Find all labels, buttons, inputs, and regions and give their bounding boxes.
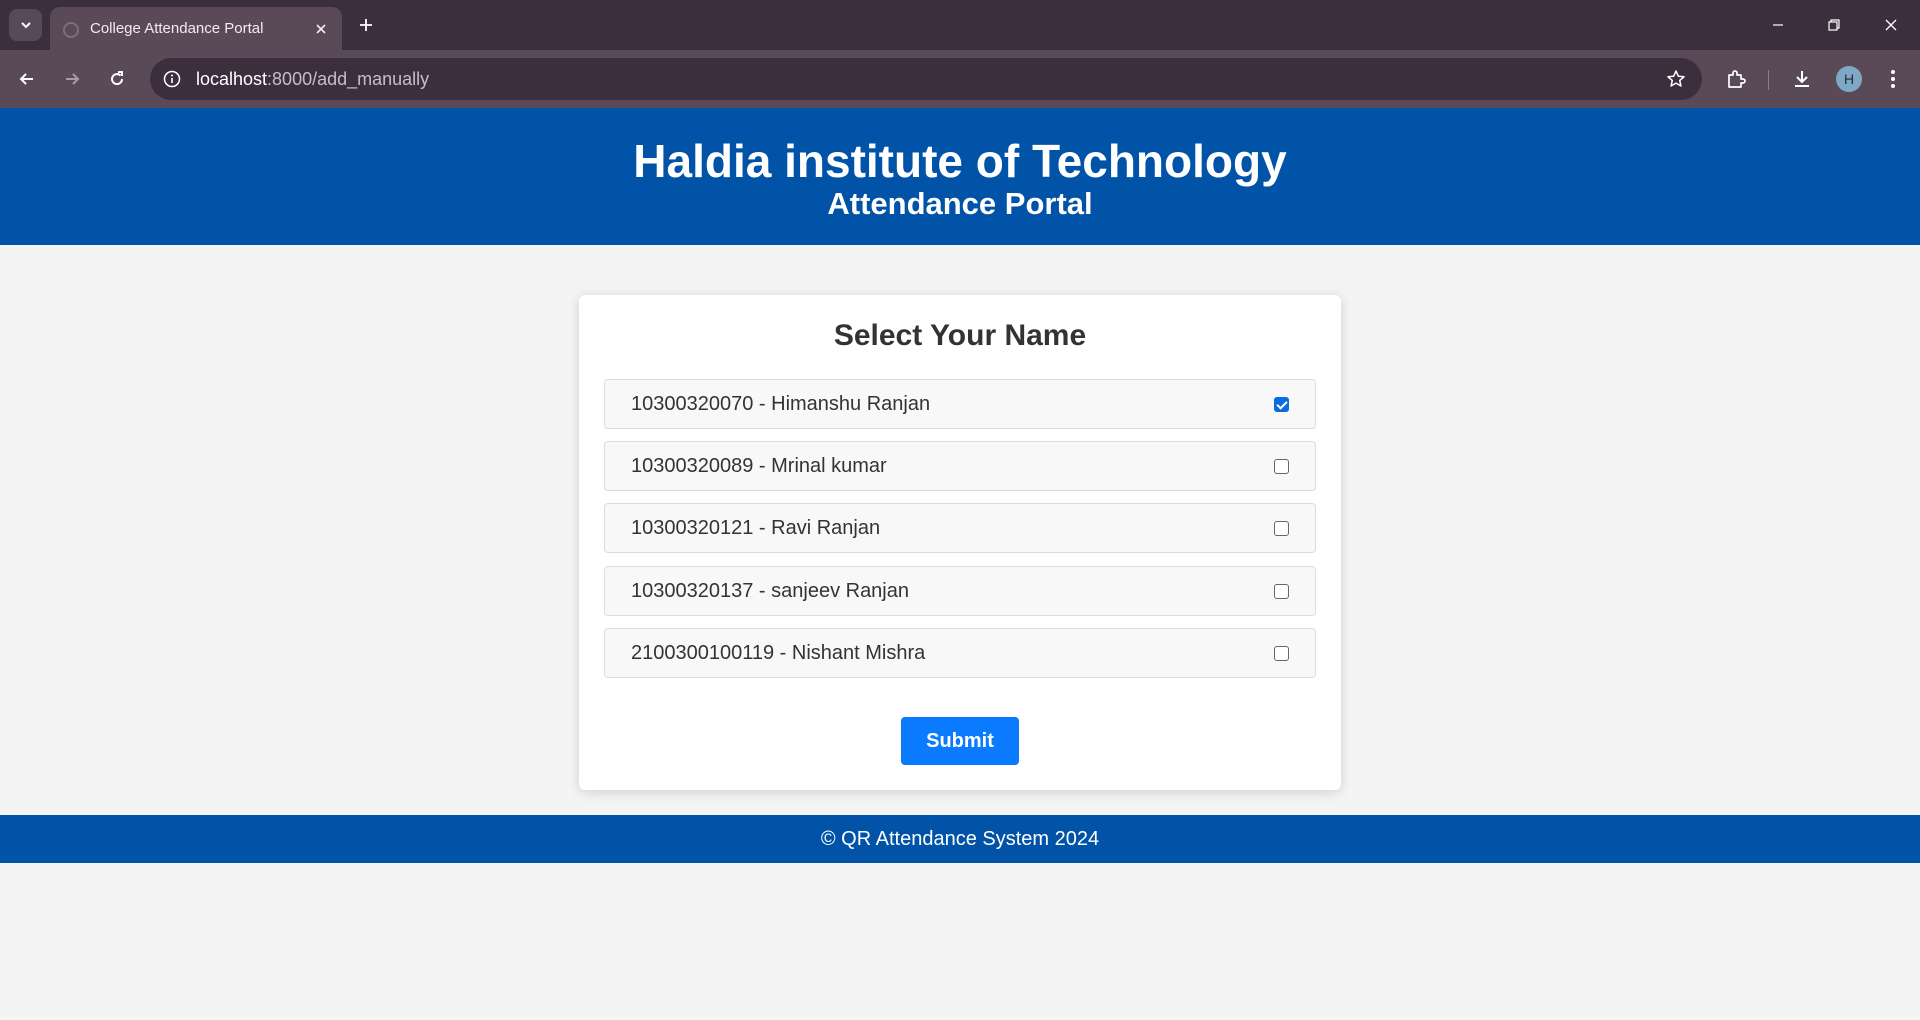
student-checkbox[interactable]	[1274, 521, 1289, 536]
minimize-icon	[1773, 24, 1783, 26]
reload-button[interactable]	[101, 63, 133, 95]
restore-icon	[1828, 19, 1840, 31]
globe-icon	[63, 22, 79, 38]
plus-icon	[360, 19, 372, 31]
close-icon	[316, 24, 326, 34]
kebab-menu-icon	[1891, 70, 1895, 88]
new-tab-button[interactable]	[352, 11, 380, 39]
student-row[interactable]: 10300320137 - sanjeev Ranjan	[604, 566, 1316, 616]
site-subtitle: Attendance Portal	[827, 186, 1093, 221]
url-path: :8000/add_manually	[267, 69, 430, 89]
student-row[interactable]: 10300320089 - Mrinal kumar	[604, 441, 1316, 491]
restore-button[interactable]	[1819, 10, 1849, 40]
arrow-right-icon	[66, 73, 80, 85]
submit-button[interactable]: Submit	[901, 717, 1019, 765]
url-text[interactable]: localhost:8000/add_manually	[196, 69, 429, 90]
student-label: 10300320121 - Ravi Ranjan	[631, 517, 881, 539]
site-title: Haldia institute of Technology	[633, 135, 1287, 187]
arrow-left-icon	[19, 73, 33, 85]
student-label: 2100300100119 - Nishant Mishra	[631, 642, 926, 664]
tab-close-button[interactable]	[310, 18, 332, 40]
student-row[interactable]: 10300320121 - Ravi Ranjan	[604, 503, 1316, 553]
back-button[interactable]	[11, 63, 43, 95]
tab-title: College Attendance Portal	[90, 20, 264, 37]
url-host: localhost	[196, 69, 268, 89]
browser-menu-button[interactable]	[1877, 63, 1909, 95]
toolbar-divider	[1768, 70, 1769, 90]
student-checkbox[interactable]	[1274, 646, 1289, 661]
site-header: Haldia institute of Technology Attendanc…	[0, 108, 1920, 245]
student-checkbox[interactable]	[1274, 459, 1289, 474]
student-row[interactable]: 10300320070 - Himanshu Ranjan	[604, 379, 1316, 429]
site-footer: © QR Attendance System 2024	[0, 815, 1920, 863]
close-window-button[interactable]	[1876, 10, 1906, 40]
downloads-button[interactable]	[1786, 63, 1818, 95]
forward-button[interactable]	[56, 63, 88, 95]
bookmark-star-icon[interactable]	[1664, 67, 1688, 91]
site-info-icon[interactable]	[160, 67, 184, 91]
student-label: 10300320137 - sanjeev Ranjan	[631, 580, 909, 602]
address-bar[interactable]: localhost:8000/add_manually	[150, 58, 1702, 100]
reload-icon	[111, 71, 124, 86]
profile-avatar[interactable]: H	[1836, 66, 1862, 92]
minimize-button[interactable]	[1763, 10, 1793, 40]
download-icon	[1795, 71, 1809, 87]
student-checkbox[interactable]	[1274, 397, 1289, 412]
browser-tab-active[interactable]: College Attendance Portal	[50, 7, 342, 50]
student-label: 10300320070 - Himanshu Ranjan	[631, 393, 931, 415]
puzzle-icon	[1728, 70, 1746, 88]
browser-tabstrip: College Attendance Portal	[0, 0, 1920, 50]
chevron-down-icon	[20, 22, 31, 29]
student-checkbox[interactable]	[1274, 584, 1289, 599]
student-label: 10300320089 - Mrinal kumar	[631, 455, 887, 477]
extensions-button[interactable]	[1720, 63, 1752, 95]
close-icon	[1885, 19, 1897, 31]
attendance-form-card: Select Your Name 10300320070 - Himanshu …	[579, 295, 1341, 790]
form-title: Select Your Name	[833, 319, 1087, 352]
tab-search-button[interactable]	[9, 9, 42, 41]
student-row[interactable]: 2100300100119 - Nishant Mishra	[604, 628, 1316, 678]
browser-toolbar: localhost:8000/add_manually H	[0, 50, 1920, 108]
